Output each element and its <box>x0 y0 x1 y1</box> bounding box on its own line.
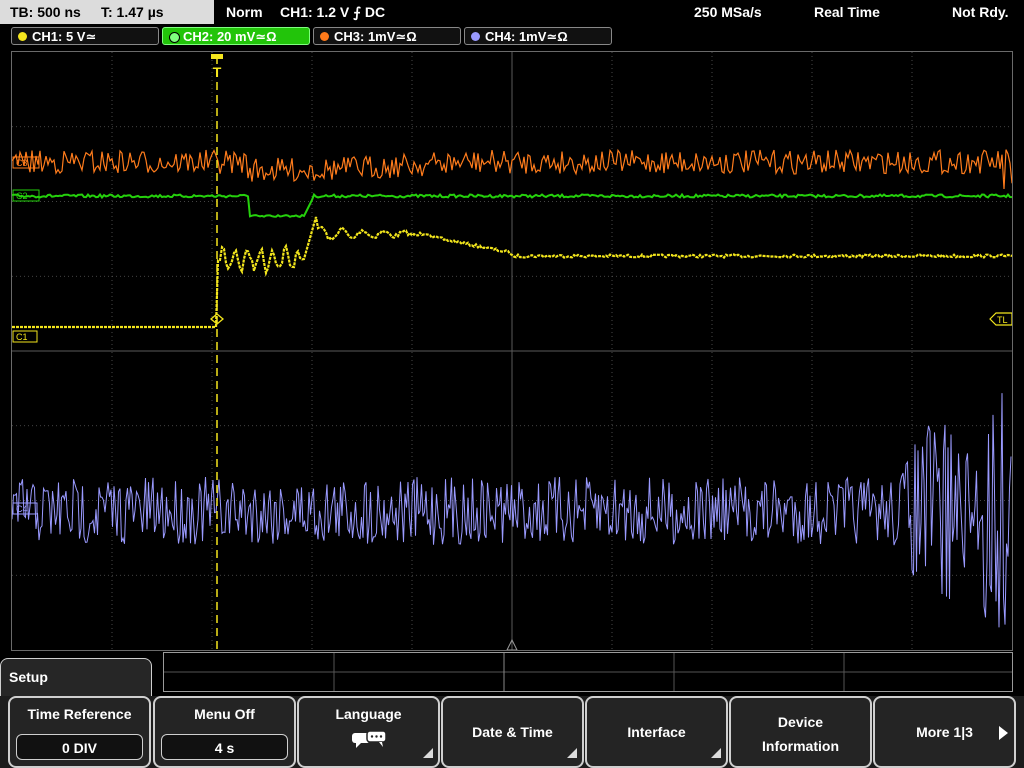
submenu-corner-icon <box>567 748 577 758</box>
time-reference-value: 0 DIV <box>16 734 143 760</box>
trigger-position-marker-icon[interactable]: T <box>211 54 223 80</box>
submenu-corner-icon <box>423 748 433 758</box>
channel-3-dot-icon <box>320 32 329 41</box>
svg-text:C3: C3 <box>16 158 28 168</box>
channel-1-level-marker[interactable]: C1 <box>12 330 38 343</box>
right-arrow-icon <box>999 726 1008 740</box>
svg-text:C4: C4 <box>16 504 28 514</box>
time-reference-label: Time Reference <box>27 706 132 722</box>
channel-1-dot-icon <box>18 32 27 41</box>
svg-text:TL: TL <box>997 315 1008 325</box>
channel-2-level-marker[interactable]: C2 <box>12 189 40 202</box>
more-softkey[interactable]: More 1|3 <box>873 696 1016 768</box>
channel-4-label: CH4: 1mV≃Ω <box>485 29 568 44</box>
interface-label: Interface <box>627 724 686 740</box>
menu-off-value: 4 s <box>161 734 288 760</box>
svg-text:C2: C2 <box>16 191 28 201</box>
trigger-time-readout: T: 1.47 µs <box>101 4 164 20</box>
more-page-label: More 1|3 <box>916 724 973 740</box>
timebase-box[interactable]: TB: 500 ns T: 1.47 µs <box>0 0 214 24</box>
date-time-label: Date & Time <box>472 724 553 740</box>
overview-grid <box>164 653 1012 691</box>
status-bar: TB: 500 ns T: 1.47 µs Norm CH1: 1.2 V ⨍ … <box>0 0 1024 25</box>
channel-4-dot-icon <box>471 32 480 41</box>
svg-text:T: T <box>213 64 222 80</box>
menu-off-label: Menu Off <box>194 706 255 722</box>
sample-rate: 250 MSa/s <box>694 4 762 20</box>
trigger-setting: CH1: 1.2 V ⨍ DC <box>280 4 386 20</box>
channel-1-tab[interactable]: CH1: 5 V≃ <box>11 27 159 45</box>
device-information-line2: Information <box>762 738 839 754</box>
channel-4-tab[interactable]: CH4: 1mV≃Ω <box>464 27 612 45</box>
channel-tab-row: CH1: 5 V≃ CH2: 20 mV≃Ω CH3: 1mV≃Ω CH4: 1… <box>0 26 1024 48</box>
svg-text:C1: C1 <box>16 332 28 342</box>
channel-1-label: CH1: 5 V≃ <box>32 29 97 44</box>
channel-2-dot-icon <box>169 32 180 43</box>
date-time-softkey[interactable]: Date & Time <box>441 696 584 768</box>
menu-panel-title: Setup <box>9 669 48 685</box>
graticule-grid <box>12 52 1012 650</box>
trigger-level-marker[interactable]: TL <box>989 312 1012 326</box>
channel-2-tab[interactable]: CH2: 20 mV≃Ω <box>162 27 310 45</box>
menu-off-softkey[interactable]: Menu Off 4 s <box>153 696 296 768</box>
trigger-mode: Norm <box>226 4 263 20</box>
graticule: T C3 C2 C1 C4 TL <box>12 52 1012 650</box>
language-label: Language <box>335 706 402 722</box>
softkey-bar: Time Reference 0 DIV Menu Off 4 s Langua… <box>0 696 1024 768</box>
acquisition-status: Not Rdy. <box>952 4 1009 20</box>
menu-panel-tab: Setup <box>0 658 152 698</box>
timebase-readout: TB: 500 ns <box>10 4 81 20</box>
channel-4-level-marker[interactable]: C4 <box>12 502 38 515</box>
submenu-corner-icon <box>711 748 721 758</box>
speech-bubbles-icon <box>352 730 387 748</box>
channel-3-tab[interactable]: CH3: 1mV≃Ω <box>313 27 461 45</box>
device-information-softkey[interactable]: Device Information <box>729 696 872 768</box>
channel-2-label: CH2: 20 mV≃Ω <box>183 29 277 44</box>
channel-3-label: CH3: 1mV≃Ω <box>334 29 417 44</box>
time-reference-softkey[interactable]: Time Reference 0 DIV <box>8 696 151 768</box>
waveform-display[interactable]: T C3 C2 C1 C4 TL <box>11 51 1013 651</box>
acquisition-mode: Real Time <box>814 4 880 20</box>
interface-softkey[interactable]: Interface <box>585 696 728 768</box>
zoom-overview-strip <box>163 652 1013 692</box>
device-information-line1: Device <box>777 714 824 730</box>
language-softkey[interactable]: Language <box>297 696 440 768</box>
